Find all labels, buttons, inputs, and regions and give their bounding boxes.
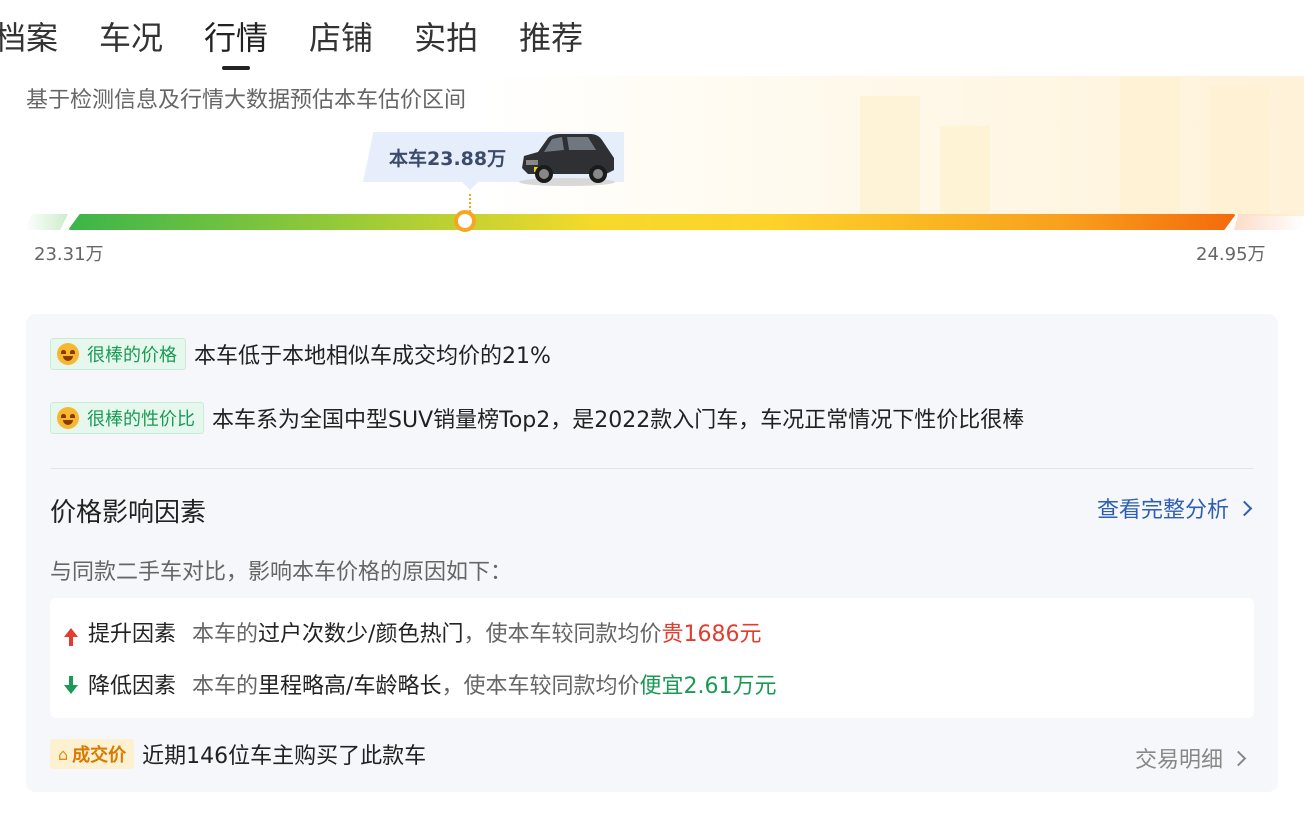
- marker-dotted-line: [469, 194, 473, 212]
- bar-fade-right: [1234, 214, 1304, 230]
- deal-price-badge: ⌂ 成交价: [50, 739, 135, 769]
- range-min-label: 23.31万: [34, 244, 104, 265]
- chevron-right-icon: [1230, 750, 1247, 766]
- tab-label: 档案: [0, 19, 59, 57]
- highlight-tag: 很棒的价格: [50, 338, 186, 370]
- tab-label: 店铺: [309, 19, 374, 57]
- compare-text: 与同款二手车对比，影响本车价格的原因如下：: [50, 560, 513, 585]
- chevron-right-icon: [1236, 500, 1253, 516]
- deal-text: 近期146位车主购买了此款车: [142, 744, 427, 769]
- tab-market[interactable]: 行情: [204, 14, 269, 70]
- factor-name: 降低因素: [88, 674, 177, 699]
- estimate-subtitle: 基于检测信息及行情大数据预估本车估价区间: [26, 88, 467, 113]
- highlight-desc: 本车低于本地相似车成交均价的21%: [194, 344, 551, 369]
- link-label: 查看完整分析: [1096, 498, 1229, 523]
- factor-mid: ，使本车较同款均价: [463, 622, 662, 647]
- range-max-label: 24.95万: [1196, 244, 1266, 265]
- this-car-marker: [454, 210, 477, 232]
- highlight-desc: 本车系为全国中型SUV销量榜Top2，是2022款入门车，车况正常情况下性价比很…: [212, 408, 1025, 433]
- factor-reasons: 里程略高/车龄略长: [258, 674, 442, 699]
- trade-detail-link[interactable]: 交易明细: [1134, 742, 1247, 774]
- factors-title: 价格影响因素: [50, 498, 207, 528]
- tab-store[interactable]: 店铺: [309, 14, 373, 62]
- tab-photos[interactable]: 实拍: [414, 14, 478, 62]
- factor-prefix: 本车的: [192, 622, 259, 647]
- factor-effect: 贵1686元: [661, 622, 762, 647]
- deal-badge-label: 成交价: [72, 745, 127, 766]
- tab-recommend[interactable]: 推荐: [519, 14, 583, 62]
- price-estimate-section: 基于检测信息及行情大数据预估本车估价区间 本车23.88万 23.31万 24.…: [0, 76, 1304, 276]
- lower-factor-row: 降低因素 本车的 里程略高/车龄略长 ，使本车较同款均价 便宜2.61万元: [64, 668, 776, 700]
- tab-label: 行情: [204, 19, 269, 57]
- highlight-tag-label: 很棒的价格: [87, 345, 177, 366]
- tab-label: 推荐: [519, 19, 584, 57]
- factor-reasons: 过户次数少/颜色热门: [258, 622, 464, 647]
- star-eyes-emoji-icon: [57, 343, 79, 365]
- raise-factor-row: 提升因素 本车的 过户次数少/颜色热门 ，使本车较同款均价 贵1686元: [64, 616, 761, 648]
- deal-row: ⌂ 成交价 近期146位车主购买了此款车: [50, 738, 426, 770]
- car-thumbnail-icon: [519, 134, 615, 186]
- tab-archive[interactable]: 档案: [0, 14, 58, 62]
- highlight-tag: 很棒的性价比: [50, 402, 204, 434]
- view-full-analysis-link[interactable]: 查看完整分析: [1096, 492, 1253, 524]
- link-label: 交易明细: [1134, 748, 1223, 773]
- price-analysis-card: 很棒的价格 本车低于本地相似车成交均价的21% 很棒的性价比 本车系为全国中型S…: [26, 314, 1278, 792]
- price-range-bar: [24, 214, 1304, 230]
- tab-label: 实拍: [414, 19, 479, 57]
- highlight-row: 很棒的性价比 本车系为全国中型SUV销量榜Top2，是2022款入门车，车况正常…: [50, 402, 1024, 434]
- active-tab-indicator: [222, 66, 251, 70]
- highlight-row: 很棒的价格 本车低于本地相似车成交均价的21%: [50, 338, 551, 370]
- arrow-up-icon: [64, 627, 78, 646]
- bar-gradient: [68, 214, 1236, 230]
- factor-effect: 便宜2.61万元: [639, 674, 777, 699]
- tab-bar: 档案 车况 行情 店铺 实拍 推荐: [0, 14, 624, 70]
- divider: [50, 468, 1254, 469]
- bubble-pointer: [462, 182, 478, 190]
- highlight-tag-label: 很棒的性价比: [87, 409, 195, 430]
- star-eyes-emoji-icon: [57, 407, 79, 429]
- arrow-down-icon: [64, 675, 78, 694]
- factor-name: 提升因素: [88, 622, 177, 647]
- factors-box: 提升因素 本车的 过户次数少/颜色热门 ，使本车较同款均价 贵1686元 降低因素 本…: [50, 598, 1254, 718]
- bar-fade-left: [24, 214, 68, 230]
- tab-label: 车况: [99, 19, 164, 57]
- this-car-price: 本车23.88万: [389, 147, 507, 170]
- factor-mid: ，使本车较同款均价: [441, 674, 640, 699]
- tab-condition[interactable]: 车况: [99, 14, 163, 62]
- factor-prefix: 本车的: [192, 674, 259, 699]
- price-tag-icon: ⌂: [58, 744, 69, 764]
